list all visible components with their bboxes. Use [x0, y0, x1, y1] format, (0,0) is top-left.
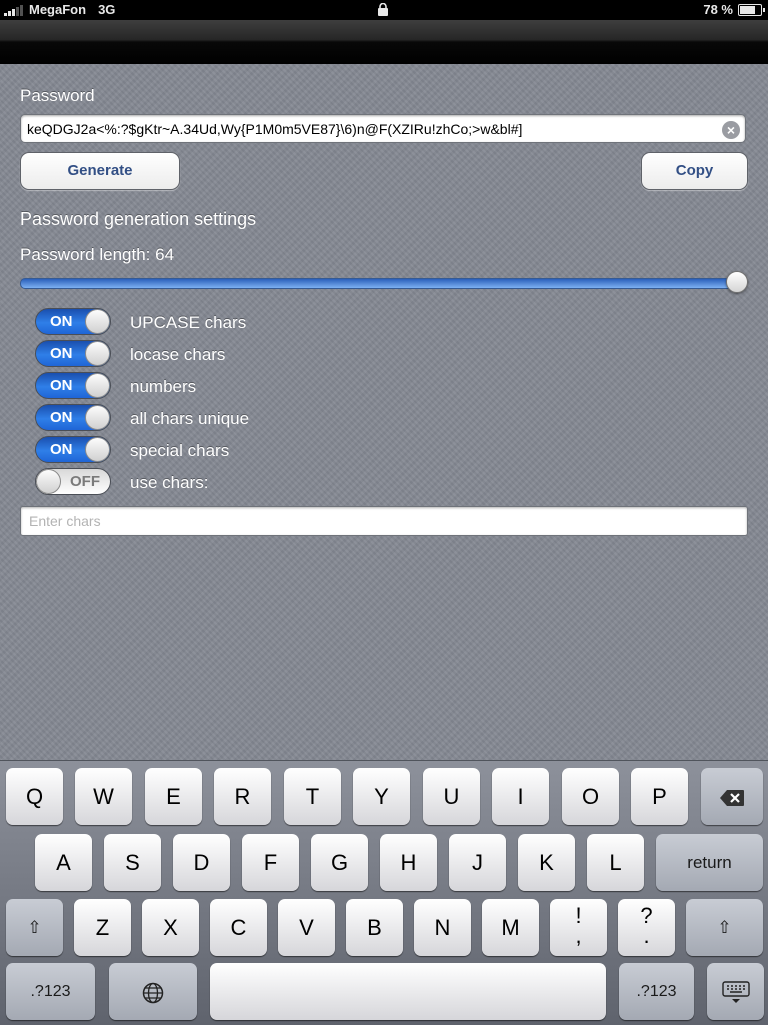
- key-a[interactable]: A: [35, 834, 92, 891]
- key-exclamation-top: !: [575, 903, 582, 928]
- key-e[interactable]: E: [145, 768, 202, 825]
- toggle-knob: [85, 437, 110, 462]
- toggle-label-unique: all chars unique: [130, 409, 250, 428]
- shift-icon: ⇧: [27, 918, 42, 937]
- key-b[interactable]: B: [346, 899, 403, 956]
- globe-icon: [142, 982, 164, 1003]
- toggle-use-chars[interactable]: OFF: [35, 468, 111, 495]
- numbers-key-left[interactable]: .?123: [6, 963, 95, 1020]
- battery-percent: 78 %: [703, 2, 733, 17]
- toggle-knob: [85, 309, 110, 334]
- toggle-knob: [85, 405, 110, 430]
- toggle-unique[interactable]: ON: [35, 404, 111, 431]
- globe-key[interactable]: [109, 963, 197, 1020]
- toggle-label-use-chars: use chars:: [130, 473, 209, 492]
- toggle-state: ON: [50, 377, 73, 394]
- toggle-numbers[interactable]: ON: [35, 372, 111, 399]
- key-h[interactable]: H: [380, 834, 437, 891]
- lock-icon: [378, 2, 388, 19]
- key-question-top: ?: [640, 903, 653, 928]
- status-bar: MegaFon 3G 78 %: [0, 0, 768, 20]
- battery-icon: [738, 3, 765, 16]
- key-k[interactable]: K: [518, 834, 575, 891]
- delete-key[interactable]: [701, 768, 763, 825]
- toggle-state: ON: [50, 313, 73, 330]
- key-v[interactable]: V: [278, 899, 335, 956]
- key-question-bottom: .: [643, 923, 650, 948]
- main-content: Password keQDGJ2a<%:?$gKtr~A.34Ud,Wy{P1M…: [0, 64, 768, 760]
- return-key[interactable]: return: [656, 834, 763, 891]
- hide-keyboard-icon: [721, 980, 750, 1003]
- password-value[interactable]: keQDGJ2a<%:?$gKtr~A.34Ud,Wy{P1M0m5VE87}\…: [27, 121, 522, 137]
- password-label: Password: [20, 86, 95, 105]
- status-right: 78 %: [703, 2, 765, 17]
- key-i[interactable]: I: [492, 768, 549, 825]
- toggle-label-numbers: numbers: [130, 377, 197, 396]
- key-o[interactable]: O: [562, 768, 619, 825]
- numbers-key-right[interactable]: .?123: [619, 963, 694, 1020]
- status-left: MegaFon 3G: [4, 2, 115, 17]
- signal-strength-icon: [4, 4, 23, 16]
- toggle-label-special: special chars: [130, 441, 230, 460]
- key-y[interactable]: Y: [353, 768, 410, 825]
- key-g[interactable]: G: [311, 834, 368, 891]
- navigation-bar: [0, 20, 768, 64]
- toggle-knob: [85, 373, 110, 398]
- onscreen-keyboard: Q W E R T Y U I O P A S D F G H J K L re…: [0, 760, 768, 1025]
- key-l[interactable]: L: [587, 834, 644, 891]
- settings-title: Password generation settings: [20, 209, 257, 229]
- toggle-state: OFF: [70, 473, 100, 490]
- key-u[interactable]: U: [423, 768, 480, 825]
- key-z[interactable]: Z: [74, 899, 131, 956]
- slider-track[interactable]: [20, 278, 738, 289]
- toggle-knob: [36, 469, 61, 494]
- shift-icon: ⇧: [717, 918, 732, 937]
- key-exclamation-bottom: ,: [575, 923, 582, 948]
- key-f[interactable]: F: [242, 834, 299, 891]
- carrier-name: MegaFon: [29, 2, 87, 17]
- key-question-period[interactable]: ? .: [618, 899, 675, 956]
- key-r[interactable]: R: [214, 768, 271, 825]
- copy-button[interactable]: Copy: [641, 152, 748, 190]
- key-q[interactable]: Q: [6, 768, 63, 825]
- clear-field-icon[interactable]: ×: [722, 121, 740, 139]
- custom-chars-input[interactable]: [20, 506, 748, 536]
- key-n[interactable]: N: [414, 899, 471, 956]
- delete-icon: [720, 789, 744, 806]
- key-w[interactable]: W: [75, 768, 132, 825]
- toggle-state: ON: [50, 345, 73, 362]
- hide-keyboard-key[interactable]: [707, 963, 764, 1020]
- key-exclamation-comma[interactable]: ! ,: [550, 899, 607, 956]
- key-j[interactable]: J: [449, 834, 506, 891]
- toggle-label-locase: locase chars: [130, 345, 226, 364]
- toggle-state: ON: [50, 409, 73, 426]
- shift-key-right[interactable]: ⇧: [686, 899, 763, 956]
- slider-thumb[interactable]: [726, 271, 748, 293]
- toggle-label-upcase: UPCASE chars: [130, 313, 247, 332]
- generate-button[interactable]: Generate: [20, 152, 180, 190]
- space-bar[interactable]: [210, 963, 606, 1020]
- key-m[interactable]: M: [482, 899, 539, 956]
- key-s[interactable]: S: [104, 834, 161, 891]
- shift-key-left[interactable]: ⇧: [6, 899, 63, 956]
- toggle-special[interactable]: ON: [35, 436, 111, 463]
- key-x[interactable]: X: [142, 899, 199, 956]
- toggle-locase[interactable]: ON: [35, 340, 111, 367]
- password-length-slider[interactable]: [20, 271, 748, 293]
- key-c[interactable]: C: [210, 899, 267, 956]
- toggle-state: ON: [50, 441, 73, 458]
- toggle-upcase[interactable]: ON: [35, 308, 111, 335]
- toggle-knob: [85, 341, 110, 366]
- password-length-label: Password length: 64: [20, 245, 175, 264]
- key-t[interactable]: T: [284, 768, 341, 825]
- network-type: 3G: [98, 2, 116, 17]
- password-field[interactable]: keQDGJ2a<%:?$gKtr~A.34Ud,Wy{P1M0m5VE87}\…: [20, 114, 746, 143]
- key-p[interactable]: P: [631, 768, 688, 825]
- key-d[interactable]: D: [173, 834, 230, 891]
